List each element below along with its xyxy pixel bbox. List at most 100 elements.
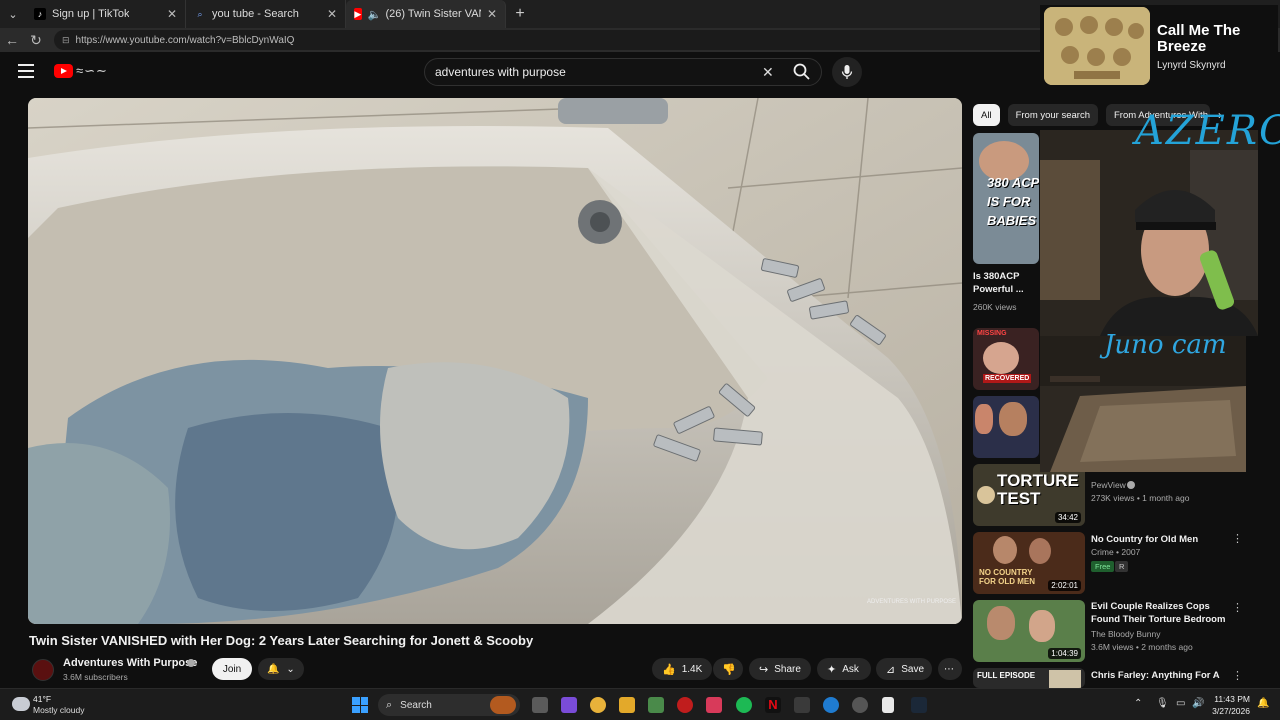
rec-channel[interactable]: PewView bbox=[1091, 480, 1126, 490]
search-icon: ⌕ bbox=[386, 698, 393, 711]
rec-title[interactable]: No Country for Old Men bbox=[1091, 533, 1231, 546]
reload-icon[interactable]: ↻ bbox=[24, 32, 48, 49]
rec-meta: 260K views bbox=[973, 302, 1017, 312]
taskbar-search[interactable]: ⌕ Search bbox=[378, 694, 520, 716]
rec-title[interactable]: Evil Couple Realizes Cops Found Their To… bbox=[1091, 600, 1231, 626]
notification-icon[interactable]: 🔔 bbox=[1257, 698, 1269, 709]
url-field[interactable]: ⊟ https://www.youtube.com/watch?v=BblcDy… bbox=[54, 30, 1064, 50]
rec-meta: 3.6M views • 2 months ago bbox=[1091, 642, 1193, 652]
clear-search-icon[interactable]: ✕ bbox=[762, 64, 774, 81]
tab-search[interactable]: ⌕ you tube - Search ✕ bbox=[186, 0, 346, 28]
juno-cam-label: Juno cam bbox=[1104, 330, 1227, 360]
menu-icon[interactable] bbox=[18, 64, 34, 78]
app-icon[interactable] bbox=[677, 697, 693, 713]
more-actions-button[interactable]: ⋯ bbox=[938, 658, 962, 680]
sparkle-icon: ✦ bbox=[827, 663, 837, 676]
site-info-icon[interactable]: ⊟ bbox=[62, 35, 70, 46]
youtube-icon: ▶ bbox=[354, 8, 362, 20]
save-label: Save bbox=[901, 663, 925, 675]
more-icon: ⋯ bbox=[944, 663, 954, 675]
rec-thumbnail[interactable]: 380 ACP IS FOR BABIES bbox=[973, 133, 1039, 264]
store-icon[interactable] bbox=[648, 697, 664, 713]
copilot-icon[interactable] bbox=[561, 697, 577, 713]
tab-tiktok[interactable]: ♪ Sign up | TikTok ✕ bbox=[26, 0, 186, 28]
chrome-icon[interactable] bbox=[590, 697, 606, 713]
more-options-icon[interactable]: ⋮ bbox=[1232, 669, 1243, 682]
search-icon: ⌕ bbox=[197, 8, 203, 19]
netflix-icon[interactable]: N bbox=[765, 697, 781, 713]
like-button[interactable]: 👍 1.4K bbox=[652, 658, 712, 680]
back-icon[interactable]: ← bbox=[0, 32, 24, 48]
rec-title[interactable]: Chris Farley: Anything For A bbox=[1091, 669, 1231, 685]
channel-avatar[interactable] bbox=[32, 659, 54, 681]
search-button[interactable] bbox=[792, 62, 812, 82]
more-options-icon[interactable]: ⋮ bbox=[1232, 532, 1243, 545]
tab-title: you tube - Search bbox=[212, 8, 299, 20]
edge-icon[interactable] bbox=[823, 697, 839, 713]
chip-all[interactable]: All bbox=[973, 104, 1000, 126]
chevron-up-icon[interactable]: ⌃ bbox=[1134, 698, 1142, 709]
close-tab-icon[interactable]: ✕ bbox=[321, 7, 337, 21]
streamer-webcam bbox=[1040, 130, 1258, 336]
xbox-icon[interactable] bbox=[794, 697, 810, 713]
clock-time[interactable]: 11:43 PM bbox=[1214, 694, 1250, 704]
thumb-text: NO COUNTRY FOR OLD MEN bbox=[979, 568, 1035, 586]
voice-search-button[interactable] bbox=[832, 57, 862, 87]
task-view-icon[interactable] bbox=[532, 697, 548, 713]
subscriber-count: 3.6M subscribers bbox=[63, 672, 128, 682]
tiktok-icon: ♪ bbox=[34, 8, 46, 20]
youtube-doodle-logo[interactable]: ≈∽∼ bbox=[76, 63, 108, 79]
cloudy-weather-icon[interactable] bbox=[12, 697, 30, 711]
rec-title[interactable]: Is 380ACP Powerful ... bbox=[973, 270, 1039, 296]
thumb-text: 380 ACP IS FOR BABIES bbox=[987, 175, 1039, 228]
weather-description[interactable]: Mostly cloudy bbox=[33, 705, 85, 715]
rec-thumbnail[interactable]: FULL EPISODE bbox=[973, 668, 1085, 688]
video-player[interactable]: ADVENTURES WITH PURPOSE bbox=[28, 98, 962, 624]
thumb-text: MISSING bbox=[977, 330, 1007, 337]
tab-title: Sign up | TikTok bbox=[52, 8, 130, 20]
maps-pin-icon[interactable] bbox=[706, 697, 722, 713]
ask-button[interactable]: ✦ Ask bbox=[817, 658, 871, 680]
weather-temperature[interactable]: 41°F bbox=[33, 694, 51, 704]
dislike-button[interactable]: 👎 bbox=[713, 658, 743, 680]
rec-thumbnail[interactable]: 1:04:39 bbox=[973, 600, 1085, 662]
thumb-text: TORTURE TEST bbox=[997, 471, 1079, 508]
file-explorer-icon[interactable] bbox=[619, 697, 635, 713]
rec-channel[interactable]: The Bloody Bunny bbox=[1091, 629, 1160, 639]
speaker-icon[interactable]: 🔈 bbox=[368, 8, 382, 21]
rec-thumbnail[interactable]: TORTURE TEST 34:42 bbox=[973, 464, 1085, 526]
save-button[interactable]: ⊿ Save bbox=[876, 658, 932, 680]
rec-channel: Crime • 2007 bbox=[1091, 547, 1141, 557]
steam-icon[interactable] bbox=[911, 697, 927, 713]
channel-name[interactable]: Adventures With Purpose bbox=[63, 657, 197, 669]
more-options-icon[interactable]: ⋮ bbox=[1232, 601, 1243, 614]
join-button[interactable]: Join bbox=[212, 658, 252, 680]
start-button[interactable] bbox=[352, 697, 368, 713]
new-tab-button[interactable]: + bbox=[506, 5, 534, 23]
notepad-icon[interactable] bbox=[882, 697, 894, 713]
chip-from-your-search[interactable]: From your search bbox=[1007, 104, 1098, 126]
verified-icon bbox=[187, 659, 195, 667]
close-tab-icon[interactable]: ✕ bbox=[481, 7, 497, 21]
album-art bbox=[1044, 7, 1150, 85]
network-icon[interactable]: ▭ bbox=[1176, 698, 1185, 709]
now-playing-title: Call Me The Breeze bbox=[1157, 22, 1241, 55]
ask-label: Ask bbox=[842, 663, 859, 675]
tab-list-chevron-icon[interactable]: ⌄ bbox=[0, 0, 26, 28]
rec-thumbnail[interactable] bbox=[973, 396, 1039, 458]
youtube-logo[interactable] bbox=[54, 64, 73, 78]
clock-date[interactable]: 3/27/2026 bbox=[1210, 706, 1250, 716]
now-playing-widget: Call Me The Breeze Lynyrd Skynyrd bbox=[1040, 5, 1278, 87]
microphone-icon[interactable]: 🎙 bbox=[1156, 698, 1169, 709]
share-button[interactable]: ↪ Share bbox=[749, 658, 811, 680]
close-tab-icon[interactable]: ✕ bbox=[161, 7, 177, 21]
settings-icon[interactable] bbox=[852, 697, 868, 713]
rec-thumbnail[interactable]: NO COUNTRY FOR OLD MEN 2:02:01 bbox=[973, 532, 1085, 594]
url-text: https://www.youtube.com/watch?v=BblcDynW… bbox=[75, 34, 295, 46]
tab-youtube-video[interactable]: ▶ 🔈 (26) Twin Sister VANISHED wi ✕ bbox=[346, 0, 506, 28]
rec-thumbnail[interactable]: MISSING RECOVERED bbox=[973, 328, 1039, 390]
spotify-icon[interactable] bbox=[736, 697, 752, 713]
search-query-text: adventures with purpose bbox=[435, 65, 566, 79]
channel-watermark[interactable]: ADVENTURES WITH PURPOSE bbox=[867, 599, 956, 606]
subscription-bell-button[interactable]: 🔔 ⌄ bbox=[258, 658, 304, 680]
